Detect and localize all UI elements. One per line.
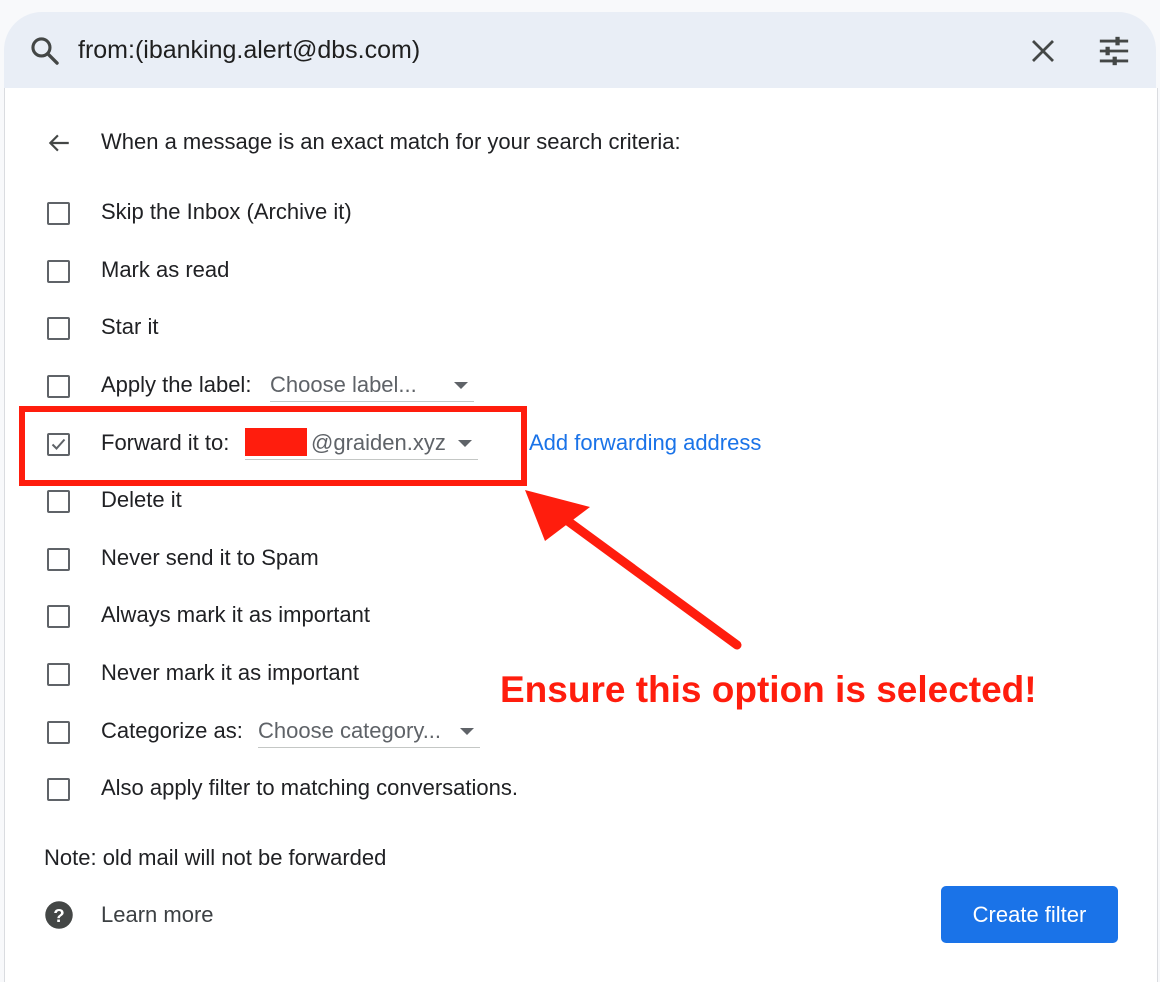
create-filter-button[interactable]: Create filter	[941, 886, 1118, 943]
search-bar: from:(ibanking.alert@dbs.com)	[4, 12, 1156, 88]
help-icon[interactable]: ?	[44, 900, 74, 930]
learn-more-link[interactable]: Learn more	[101, 901, 214, 929]
option-apply-to-matching: Also apply filter to matching conversati…	[44, 770, 844, 810]
checkbox[interactable]	[47, 778, 70, 801]
search-icon[interactable]	[28, 34, 62, 68]
option-label: Also apply filter to matching conversati…	[101, 775, 518, 800]
checkbox[interactable]	[47, 721, 70, 744]
option-mark-as-read: Mark as read	[44, 252, 844, 292]
svg-text:?: ?	[53, 905, 64, 926]
option-label: Skip the Inbox (Archive it)	[101, 199, 352, 224]
option-categorize: Categorize as: Choose category...	[44, 713, 844, 753]
checkbox[interactable]	[47, 490, 70, 513]
annotation-arrow	[525, 490, 742, 650]
label-select-value: Choose label...	[270, 372, 417, 397]
dropdown-caret-icon	[454, 382, 468, 389]
filter-criteria-header: When a message is an exact match for you…	[101, 129, 681, 154]
checkbox[interactable]	[47, 548, 70, 571]
category-select-value: Choose category...	[258, 718, 442, 743]
option-label: Mark as read	[101, 257, 230, 282]
forwarding-note: Note: old mail will not be forwarded	[44, 845, 387, 870]
annotation-text: Ensure this option is selected!	[500, 669, 1037, 710]
add-forwarding-address-link[interactable]: Add forwarding address	[529, 429, 761, 457]
checkbox[interactable]	[47, 605, 70, 628]
option-skip-inbox: Skip the Inbox (Archive it)	[44, 194, 844, 234]
category-select[interactable]: Choose category...	[258, 713, 480, 748]
checkbox[interactable]	[47, 375, 70, 398]
option-apply-label: Apply the label: Choose label...	[44, 367, 844, 407]
tune-icon[interactable]	[1096, 34, 1132, 68]
search-input[interactable]: from:(ibanking.alert@dbs.com)	[78, 34, 420, 66]
option-label: Apply the label:	[101, 372, 252, 397]
arrow-back-icon[interactable]	[44, 130, 74, 156]
option-label: Never send it to Spam	[101, 545, 319, 570]
option-label: Always mark it as important	[101, 602, 370, 627]
annotation-highlight-box	[19, 406, 527, 486]
option-label: Star it	[101, 314, 159, 339]
option-label: Categorize as:	[101, 718, 243, 743]
checkbox[interactable]	[47, 260, 70, 283]
option-star-it: Star it	[44, 309, 844, 349]
checkbox[interactable]	[47, 202, 70, 225]
checkbox[interactable]	[47, 317, 70, 340]
dropdown-caret-icon	[460, 728, 474, 735]
checkbox[interactable]	[47, 663, 70, 686]
option-label: Never mark it as important	[101, 660, 359, 685]
option-label: Delete it	[101, 487, 182, 512]
close-icon[interactable]	[1028, 36, 1058, 66]
label-select[interactable]: Choose label...	[270, 367, 474, 402]
